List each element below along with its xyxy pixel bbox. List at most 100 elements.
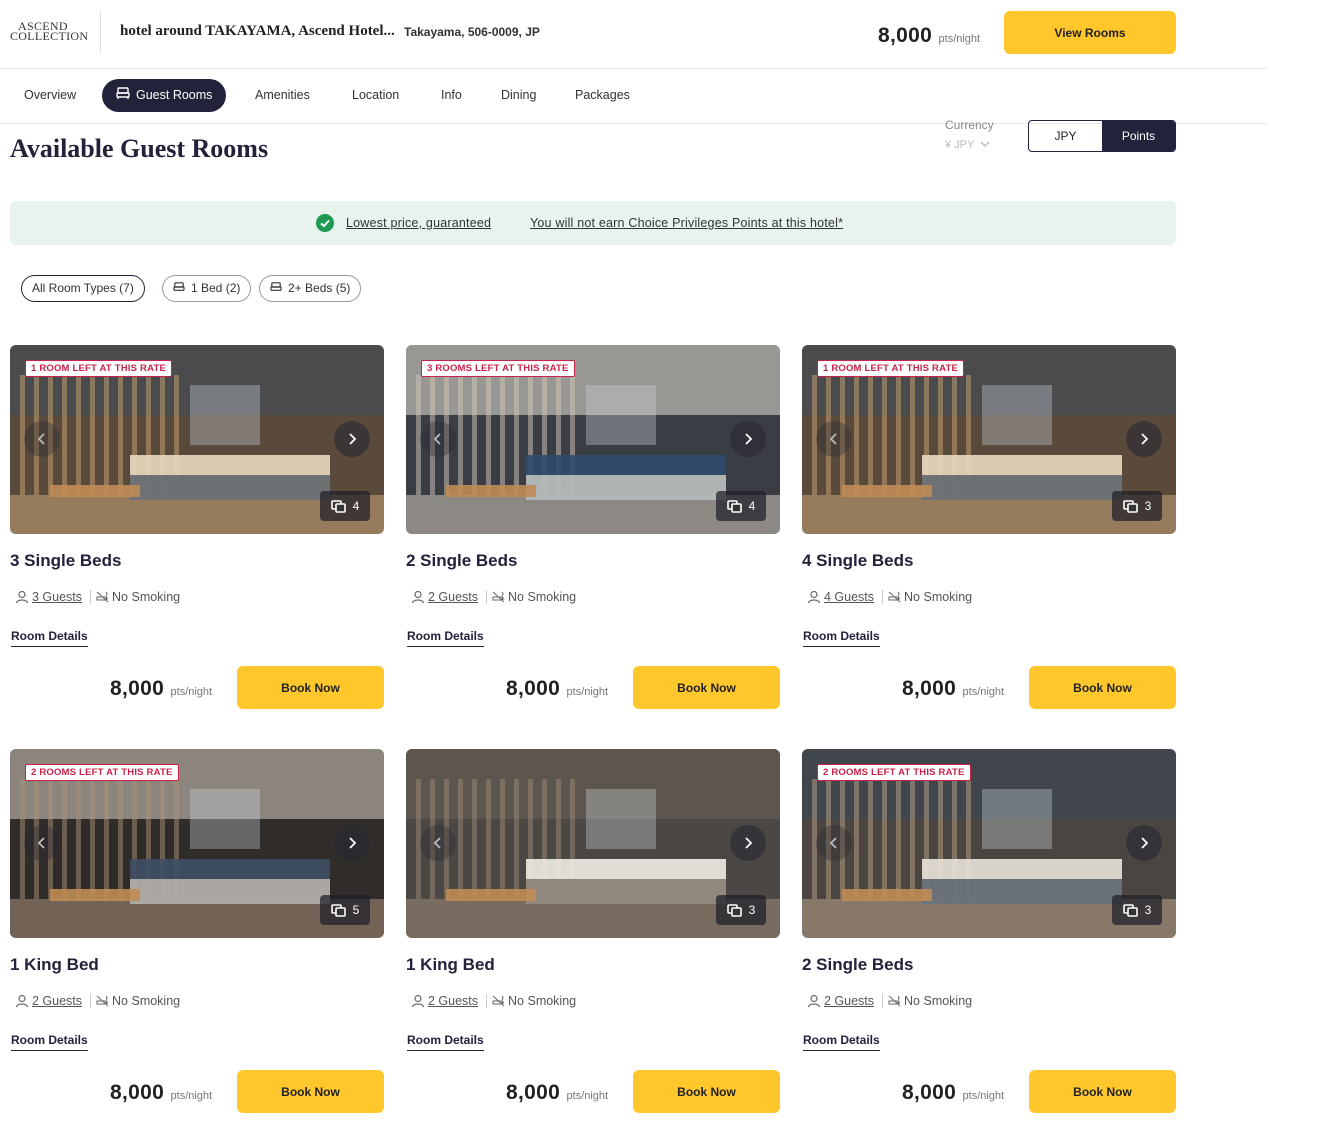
carousel-prev-button[interactable]	[420, 825, 456, 861]
carousel-next-button[interactable]	[334, 825, 370, 861]
room-title: 2 Single Beds	[802, 955, 914, 974]
book-now-button[interactable]: Book Now	[237, 666, 384, 709]
gallery-icon	[1122, 903, 1138, 917]
person-icon	[411, 590, 425, 604]
currency-select[interactable]: ¥ JPY	[945, 139, 990, 151]
meta-divider	[882, 590, 884, 604]
book-now-button[interactable]: Book Now	[633, 666, 780, 709]
photo-count: 3	[1112, 491, 1162, 521]
room-photo-carousel[interactable]: 3 ROOMS LEFT AT THIS RATE 4	[406, 345, 780, 534]
room-price: 8,000 pts/night	[110, 677, 212, 701]
book-now-button[interactable]: Book Now	[1029, 1070, 1176, 1113]
guests-link[interactable]: 4 Guests	[824, 590, 874, 604]
carousel-next-button[interactable]	[1126, 825, 1162, 861]
filter-all-room-types[interactable]: All Room Types (7)	[21, 275, 145, 302]
carousel-prev-button[interactable]	[420, 421, 456, 457]
tab-guest-rooms-label: Guest Rooms	[136, 88, 213, 102]
chevron-left-icon	[829, 837, 837, 849]
gallery-icon	[330, 499, 346, 513]
carousel-prev-button[interactable]	[24, 825, 60, 861]
room-price-value: 8,000	[902, 1081, 957, 1104]
room-price-unit: pts/night	[566, 686, 609, 698]
tab-dining[interactable]: Dining	[501, 79, 536, 112]
room-meta: 2 Guests No Smoking	[411, 994, 576, 1008]
room-card: 2 ROOMS LEFT AT THIS RATE 3 2 Single Bed…	[802, 749, 1176, 1119]
rate-availability-badge: 1 ROOM LEFT AT THIS RATE	[817, 360, 964, 377]
info-banner: Lowest price, guaranteed You will not ea…	[10, 201, 1176, 245]
lowest-price-link[interactable]: Lowest price, guaranteed	[346, 216, 491, 230]
toggle-points[interactable]: Points	[1102, 121, 1175, 151]
room-photo-carousel[interactable]: 1 ROOM LEFT AT THIS RATE 3	[802, 345, 1176, 534]
room-details-link[interactable]: Room Details	[407, 1033, 484, 1051]
photo-count-value: 3	[1144, 499, 1152, 513]
book-now-button[interactable]: Book Now	[1029, 666, 1176, 709]
bed-icon	[116, 79, 130, 112]
meta-divider	[90, 590, 92, 604]
room-details-link[interactable]: Room Details	[11, 629, 88, 647]
room-card: 1 ROOM LEFT AT THIS RATE 3 4 Single Beds…	[802, 345, 1176, 715]
tab-location[interactable]: Location	[352, 79, 399, 112]
room-photo-carousel[interactable]: 3	[406, 749, 780, 938]
carousel-next-button[interactable]	[1126, 421, 1162, 457]
room-details-link[interactable]: Room Details	[803, 629, 880, 647]
guests-link[interactable]: 2 Guests	[428, 994, 478, 1008]
guests-link[interactable]: 2 Guests	[32, 994, 82, 1008]
room-price-value: 8,000	[110, 677, 165, 700]
smoking-policy: No Smoking	[112, 590, 181, 604]
room-title: 2 Single Beds	[406, 551, 518, 570]
guests-link[interactable]: 3 Guests	[32, 590, 82, 604]
room-details-link[interactable]: Room Details	[803, 1033, 880, 1051]
room-details-link[interactable]: Room Details	[11, 1033, 88, 1051]
smoking-policy: No Smoking	[508, 590, 577, 604]
no-points-link[interactable]: You will not earn Choice Privileges Poin…	[530, 216, 843, 230]
smoking-policy: No Smoking	[904, 590, 973, 604]
bed-icon	[173, 276, 185, 301]
book-now-button[interactable]: Book Now	[237, 1070, 384, 1113]
room-meta: 4 Guests No Smoking	[807, 590, 972, 604]
carousel-prev-button[interactable]	[816, 421, 852, 457]
carousel-next-button[interactable]	[730, 825, 766, 861]
no-smoking-icon	[888, 591, 901, 603]
carousel-next-button[interactable]	[334, 421, 370, 457]
book-now-button[interactable]: Book Now	[633, 1070, 780, 1113]
person-icon	[807, 590, 821, 604]
room-title: 1 King Bed	[406, 955, 495, 974]
toggle-jpy[interactable]: JPY	[1029, 121, 1102, 151]
tab-packages[interactable]: Packages	[575, 79, 630, 112]
view-rooms-button[interactable]: View Rooms	[1004, 11, 1176, 54]
rate-availability-badge: 1 ROOM LEFT AT THIS RATE	[25, 360, 172, 377]
room-price: 8,000 pts/night	[902, 1081, 1004, 1105]
carousel-prev-button[interactable]	[24, 421, 60, 457]
header-price-value: 8,000	[878, 24, 933, 47]
tab-overview[interactable]: Overview	[24, 79, 76, 112]
brand-logo[interactable]: ASCEND COLLECTION	[10, 20, 88, 42]
carousel-next-button[interactable]	[730, 421, 766, 457]
filter-1-bed-label: 1 Bed (2)	[191, 281, 241, 295]
person-icon	[807, 994, 821, 1008]
filter-1-bed[interactable]: 1 Bed (2)	[162, 275, 252, 302]
chevron-left-icon	[829, 433, 837, 445]
meta-divider	[486, 994, 488, 1008]
hotel-name: hotel around TAKAYAMA, Ascend Hotel...	[120, 23, 395, 39]
bed-icon	[270, 276, 282, 301]
room-photo-carousel[interactable]: 2 ROOMS LEFT AT THIS RATE 5	[10, 749, 384, 938]
room-card: 1 ROOM LEFT AT THIS RATE 4 3 Single Beds…	[10, 345, 384, 715]
guests-link[interactable]: 2 Guests	[824, 994, 874, 1008]
photo-count-value: 3	[1144, 903, 1152, 917]
person-icon	[15, 994, 29, 1008]
carousel-prev-button[interactable]	[816, 825, 852, 861]
tab-info[interactable]: Info	[441, 79, 462, 112]
room-photo-carousel[interactable]: 2 ROOMS LEFT AT THIS RATE 3	[802, 749, 1176, 938]
room-details-link[interactable]: Room Details	[407, 629, 484, 647]
photo-count: 3	[716, 895, 766, 925]
filter-2-plus-beds[interactable]: 2+ Beds (5)	[259, 275, 362, 302]
tab-guest-rooms[interactable]: Guest Rooms	[102, 79, 227, 112]
room-price: 8,000 pts/night	[110, 1081, 212, 1105]
guests-link[interactable]: 2 Guests	[428, 590, 478, 604]
room-price-value: 8,000	[506, 1081, 561, 1104]
room-photo-carousel[interactable]: 1 ROOM LEFT AT THIS RATE 4	[10, 345, 384, 534]
person-icon	[411, 994, 425, 1008]
room-title: 1 King Bed	[10, 955, 99, 974]
tab-amenities[interactable]: Amenities	[255, 79, 310, 112]
photo-count: 4	[716, 491, 766, 521]
